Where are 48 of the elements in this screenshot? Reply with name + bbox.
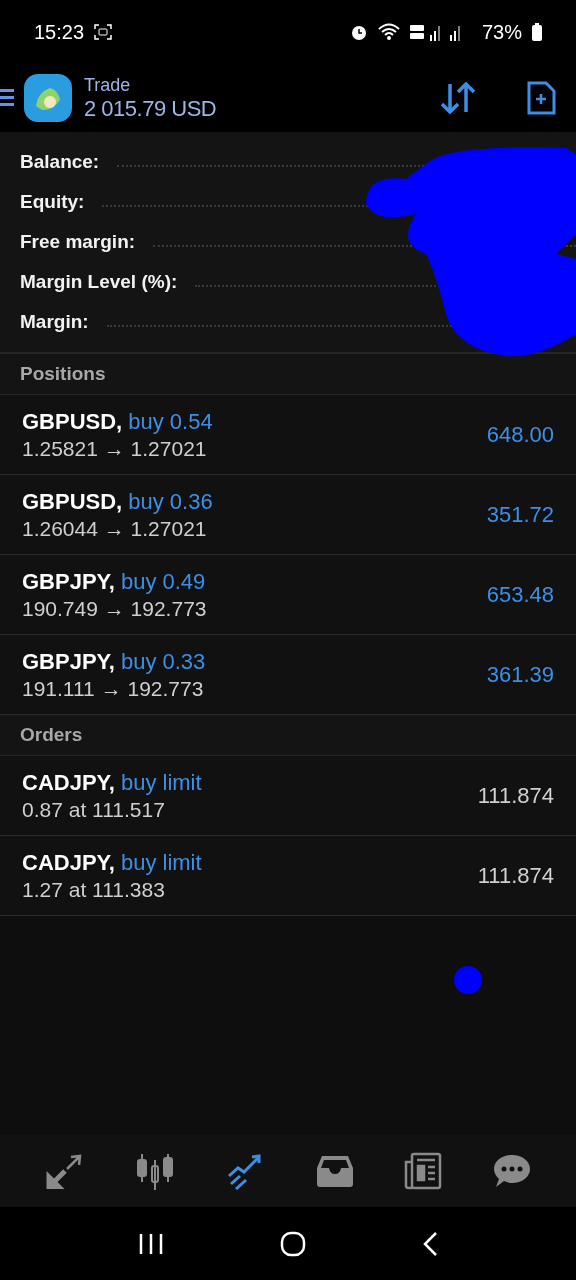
summary-label: Free margin: [20, 231, 136, 253]
profit-value: 653.48 [486, 581, 554, 608]
trade-type: buy 0.33 [120, 648, 206, 675]
app-logo [24, 74, 72, 122]
price-detail: 1.25821 → 1.27021 [22, 436, 208, 461]
trade-type: buy limit [120, 849, 202, 876]
price-detail: 1.26044 → 1.27021 [22, 516, 208, 541]
section-title: Positions [20, 363, 106, 385]
wifi-icon [377, 23, 400, 41]
sort-icon[interactable] [440, 82, 476, 114]
touch-dot [454, 966, 482, 994]
symbol-label: GBPJPY, [22, 568, 115, 595]
chat-icon [492, 1153, 531, 1189]
symbol-label: GBPUSD, [22, 408, 123, 435]
battery-icon [532, 23, 542, 41]
section-title: Orders [20, 724, 83, 746]
summary-label: Balance: [20, 151, 100, 173]
trade-type: buy 0.54 [128, 408, 213, 435]
trade-type: buy 0.49 [120, 568, 206, 595]
symbol-label: CADJPY, [22, 849, 115, 876]
profit-value: 648.00 [486, 421, 554, 448]
candlestick-icon [135, 1152, 176, 1190]
price-detail: 0.87 at 111.517 [22, 797, 166, 822]
menu-icon[interactable] [0, 87, 14, 109]
symbol-label: GBPUSD, [22, 488, 123, 515]
summary-label: Equity: [20, 191, 85, 213]
status-time: 15:23 [34, 20, 85, 44]
battery-percent: 73% [481, 20, 522, 44]
screen-record-icon [94, 24, 113, 40]
trade-type: buy limit [120, 769, 202, 796]
current-price: 111.874 [477, 782, 554, 809]
trade-type: buy 0.36 [128, 488, 213, 515]
summary-label: Margin Level (%): [20, 271, 178, 293]
profit-value: 351.72 [486, 501, 554, 528]
price-detail: 1.27 at 111.383 [22, 877, 166, 902]
inbox-icon [316, 1154, 355, 1188]
new-document-icon[interactable] [526, 81, 556, 115]
symbol-label: GBPJPY, [22, 648, 115, 675]
newspaper-icon [404, 1152, 443, 1190]
account-balance: 2 015.79 USD [84, 95, 217, 122]
price-detail: 190.749 → 192.773 [22, 596, 208, 621]
profit-value: 361.39 [486, 661, 554, 688]
price-detail: 191.111 → 192.773 [22, 676, 205, 701]
current-price: 111.874 [477, 862, 554, 889]
summary-label: Margin: [20, 311, 89, 333]
symbol-label: CADJPY, [22, 769, 115, 796]
alarm-icon [349, 23, 368, 41]
screen-title: Trade [84, 74, 132, 96]
